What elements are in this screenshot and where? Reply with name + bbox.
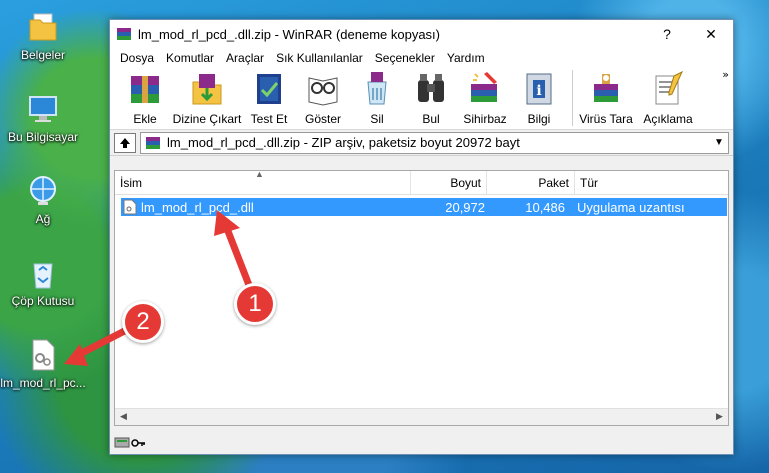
window-title: lm_mod_rl_pcd_.dll.zip - WinRAR (deneme …: [138, 26, 441, 42]
toolbar-label: Sihirbaz: [463, 112, 507, 126]
desktop-icon-recycle-bin[interactable]: Çöp Kutusu: [0, 256, 86, 308]
toolbar-label: Göster: [304, 112, 341, 126]
close-button[interactable]: ✕: [689, 20, 733, 48]
menu-commands[interactable]: Komutlar: [160, 51, 220, 65]
menu-bar: Dosya Komutlar Araçlar Sık Kullanılanlar…: [110, 48, 733, 68]
winrar-icon: [117, 28, 131, 40]
wizard-icon: [471, 72, 497, 102]
column-header-label: Paket: [538, 175, 569, 190]
column-header-label: İsim: [120, 175, 142, 190]
menu-tools[interactable]: Araçlar: [220, 51, 270, 65]
title-bar[interactable]: lm_mod_rl_pcd_.dll.zip - WinRAR (deneme …: [110, 20, 733, 48]
winrar-window: lm_mod_rl_pcd_.dll.zip - WinRAR (deneme …: [109, 19, 734, 455]
menu-favorites[interactable]: Sık Kullanılanlar: [270, 51, 369, 65]
menu-options[interactable]: Seçenekler: [369, 51, 441, 65]
desktop-icon-label: Bu Bilgisayar: [7, 130, 79, 144]
column-header-type[interactable]: Tür: [575, 171, 728, 194]
virus-scan-icon: [594, 74, 618, 102]
file-packed-size: 10,486: [525, 199, 565, 215]
path-bar: lm_mod_rl_pcd_.dll.zip - ZIP arşiv, pake…: [110, 130, 733, 156]
column-header-size[interactable]: Boyut: [411, 171, 487, 194]
file-size: 20,972: [445, 199, 485, 215]
drive-key-icon[interactable]: [114, 435, 146, 449]
find-icon: [418, 74, 444, 102]
add-icon: [131, 76, 159, 103]
scroll-left-icon[interactable]: ◀: [115, 412, 132, 422]
archive-path-text: lm_mod_rl_pcd_.dll.zip - ZIP arşiv, pake…: [167, 135, 520, 150]
computer-icon: [26, 92, 60, 126]
up-folder-button[interactable]: [114, 132, 136, 153]
desktop-icon-label: Belgeler: [20, 48, 66, 62]
info-button[interactable]: i Bilgi: [512, 70, 566, 126]
toolbar-label: Açıklama: [643, 112, 693, 126]
toolbar-label: Sil: [370, 112, 384, 126]
delete-icon: [367, 72, 387, 105]
wizard-button[interactable]: Sihirbaz: [458, 70, 512, 126]
virus-scan-button[interactable]: Virüs Tara: [579, 70, 633, 126]
toolbar-separator: [572, 70, 573, 126]
toolbar-label: Virüs Tara: [579, 112, 633, 126]
toolbar-label: Bilgi: [527, 112, 551, 126]
column-header-packed[interactable]: Paket: [487, 171, 575, 194]
toolbar-label: Dizine Çıkart: [172, 112, 242, 126]
column-header-label: Tür: [580, 175, 598, 190]
sort-arrow-icon: ▲: [255, 169, 264, 179]
toolbar-label: Bul: [422, 112, 440, 126]
dll-file-icon: [26, 338, 60, 372]
toolbar-label: Test Et: [250, 112, 288, 126]
svg-text:i: i: [536, 83, 541, 99]
desktop-icon-documents[interactable]: Belgeler: [0, 10, 86, 62]
desktop-icon-label: Ağ: [35, 212, 51, 226]
desktop-icon-label: lm_mod_rl_pc...: [0, 376, 86, 390]
view-button[interactable]: Göster: [296, 70, 350, 126]
toolbar: Ekle Dizine Çıkart Test Et Göster Sil Bu…: [110, 68, 733, 130]
desktop-icon-label: Çöp Kutusu: [11, 294, 75, 308]
help-button[interactable]: ?: [645, 20, 689, 48]
delete-button[interactable]: Sil: [350, 70, 404, 126]
comment-icon: [655, 70, 684, 105]
info-icon: i: [526, 73, 552, 105]
view-icon: [308, 77, 338, 106]
toolbar-more-button[interactable]: »: [722, 68, 729, 81]
horizontal-scrollbar[interactable]: ◀ ▶: [115, 408, 728, 425]
menu-file[interactable]: Dosya: [114, 51, 160, 65]
desktop-icon-dll-file[interactable]: lm_mod_rl_pc...: [0, 338, 86, 390]
annotation-badge-2: 2: [122, 301, 164, 343]
folder-icon: [26, 10, 60, 44]
menu-help[interactable]: Yardım: [441, 51, 491, 65]
chevron-down-icon[interactable]: ▼: [710, 137, 728, 148]
extract-icon: [192, 74, 222, 105]
column-header-name[interactable]: İsim ▲: [115, 169, 411, 194]
up-arrow-icon: [120, 137, 130, 148]
archive-icon: [146, 136, 160, 149]
annotation-badge-1: 1: [234, 283, 276, 325]
scroll-right-icon[interactable]: ▶: [711, 412, 728, 422]
desktop-icon-network[interactable]: Ağ: [0, 174, 86, 226]
file-list-header: İsim ▲ Boyut Paket Tür: [115, 169, 728, 195]
file-list[interactable]: İsim ▲ Boyut Paket Tür lm_mod_rl_pcd_.dl…: [114, 169, 729, 426]
status-bar: [110, 430, 733, 454]
comment-button[interactable]: Açıklama: [633, 70, 703, 126]
recycle-bin-icon: [26, 256, 60, 290]
desktop-icon-this-pc[interactable]: Bu Bilgisayar: [0, 92, 86, 144]
test-icon: [257, 74, 281, 104]
find-button[interactable]: Bul: [404, 70, 458, 126]
column-header-label: Boyut: [450, 175, 481, 190]
network-icon: [26, 174, 60, 208]
extract-button[interactable]: Dizine Çıkart: [172, 70, 242, 126]
test-button[interactable]: Test Et: [242, 70, 296, 126]
toolbar-label: Ekle: [133, 112, 157, 126]
file-name: lm_mod_rl_pcd_.dll: [141, 199, 254, 215]
archive-path-field[interactable]: lm_mod_rl_pcd_.dll.zip - ZIP arşiv, pake…: [140, 131, 729, 154]
dll-file-icon: [123, 199, 137, 215]
add-button[interactable]: Ekle: [118, 70, 172, 126]
file-type: Uygulama uzantısı: [577, 199, 685, 215]
file-row-selected[interactable]: lm_mod_rl_pcd_.dll 20,972 10,486 Uygulam…: [121, 198, 727, 216]
